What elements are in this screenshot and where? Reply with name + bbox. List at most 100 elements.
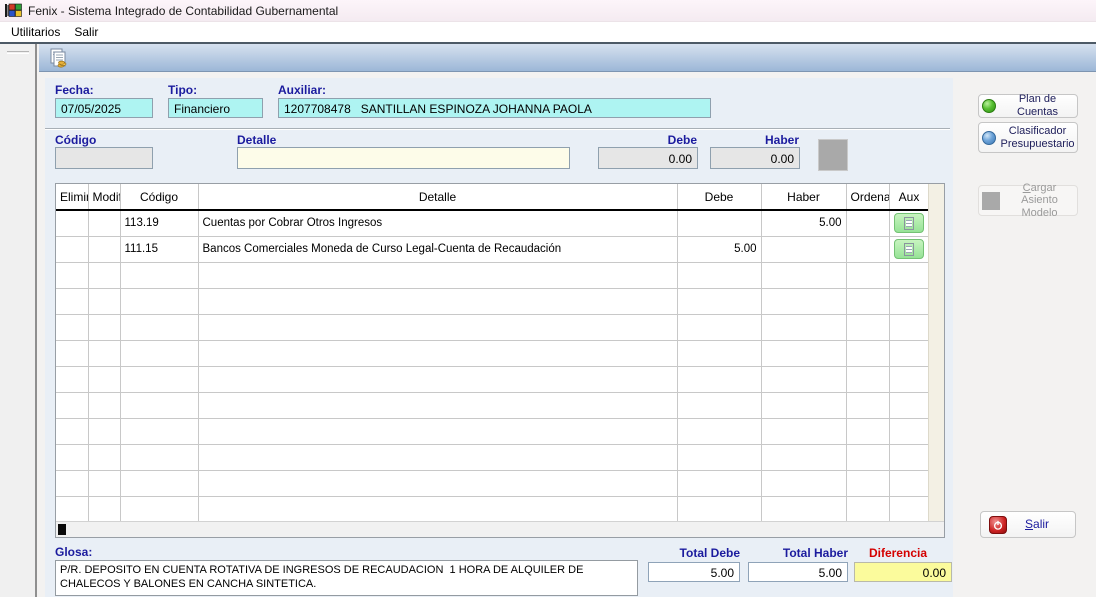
cell-detalle[interactable] xyxy=(198,444,678,471)
cell-codigo[interactable] xyxy=(120,340,199,367)
cell-ordenar[interactable] xyxy=(846,340,890,367)
table-row[interactable]: 111.15 Bancos Comerciales Moneda de Curs… xyxy=(56,236,930,263)
cell-debe[interactable] xyxy=(677,496,762,523)
cell-modif[interactable] xyxy=(88,444,121,471)
cell-aux[interactable] xyxy=(889,340,930,367)
cell-codigo[interactable] xyxy=(120,288,199,315)
cell-debe[interactable] xyxy=(677,366,762,393)
salir-button[interactable]: Salir xyxy=(980,511,1076,538)
cell-modif[interactable] xyxy=(88,314,121,341)
cell-debe[interactable] xyxy=(677,418,762,445)
clasificador-presupuestario-button[interactable]: Clasificador Presupuestario xyxy=(978,122,1078,153)
haber-input[interactable]: 0.00 xyxy=(710,147,800,169)
cell-codigo[interactable]: 113.19 xyxy=(120,210,199,237)
cell-modif[interactable] xyxy=(88,340,121,367)
table-row-empty[interactable] xyxy=(56,366,930,393)
cell-modif[interactable] xyxy=(88,470,121,497)
cell-elimin[interactable] xyxy=(56,262,89,289)
cell-haber[interactable] xyxy=(761,236,847,263)
cell-debe[interactable] xyxy=(677,288,762,315)
codigo-input[interactable] xyxy=(55,147,153,169)
total-debe-field[interactable]: 5.00 xyxy=(648,562,740,582)
cell-detalle[interactable] xyxy=(198,262,678,289)
cell-detalle[interactable] xyxy=(198,470,678,497)
cell-elimin[interactable] xyxy=(56,392,89,419)
detalle-input[interactable] xyxy=(237,147,570,169)
cell-modif[interactable] xyxy=(88,418,121,445)
cell-aux[interactable] xyxy=(889,262,930,289)
cell-detalle[interactable] xyxy=(198,288,678,315)
total-haber-field[interactable]: 5.00 xyxy=(748,562,848,582)
cell-elimin[interactable] xyxy=(56,496,89,523)
cell-detalle[interactable]: Cuentas por Cobrar Otros Ingresos xyxy=(198,210,678,237)
cell-ordenar[interactable] xyxy=(846,236,890,263)
cell-haber[interactable] xyxy=(761,314,847,341)
cell-ordenar[interactable] xyxy=(846,210,890,237)
cell-codigo[interactable] xyxy=(120,314,199,341)
cell-codigo[interactable] xyxy=(120,444,199,471)
cell-codigo[interactable] xyxy=(120,470,199,497)
cell-elimin[interactable] xyxy=(56,470,89,497)
cell-haber[interactable] xyxy=(761,262,847,289)
cell-aux[interactable] xyxy=(889,418,930,445)
aux-button[interactable] xyxy=(894,213,924,234)
cell-debe[interactable] xyxy=(677,314,762,341)
cell-aux[interactable] xyxy=(889,392,930,419)
vertical-scrollbar[interactable] xyxy=(928,184,944,521)
cell-codigo[interactable] xyxy=(120,418,199,445)
menu-utilitarios[interactable]: Utilitarios xyxy=(4,23,67,41)
cell-haber[interactable] xyxy=(761,470,847,497)
cell-haber[interactable] xyxy=(761,288,847,315)
cell-detalle[interactable] xyxy=(198,496,678,523)
cell-haber[interactable] xyxy=(761,340,847,367)
cell-ordenar[interactable] xyxy=(846,366,890,393)
menu-salir[interactable]: Salir xyxy=(67,23,105,41)
cell-elimin[interactable] xyxy=(56,288,89,315)
cell-detalle[interactable]: Bancos Comerciales Moneda de Curso Legal… xyxy=(198,236,678,263)
cell-aux[interactable] xyxy=(889,444,930,471)
cell-ordenar[interactable] xyxy=(846,314,890,341)
cell-detalle[interactable] xyxy=(198,340,678,367)
cell-ordenar[interactable] xyxy=(846,418,890,445)
glosa-textarea[interactable]: P/R. DEPOSITO EN CUENTA ROTATIVA DE INGR… xyxy=(55,560,638,596)
table-row-empty[interactable] xyxy=(56,340,930,367)
cell-ordenar[interactable] xyxy=(846,444,890,471)
cell-modif[interactable] xyxy=(88,236,121,263)
cell-detalle[interactable] xyxy=(198,418,678,445)
cell-elimin[interactable] xyxy=(56,418,89,445)
horizontal-scrollbar[interactable] xyxy=(56,521,944,537)
cell-detalle[interactable] xyxy=(198,314,678,341)
cell-modif[interactable] xyxy=(88,262,121,289)
cell-modif[interactable] xyxy=(88,210,121,237)
cell-debe[interactable] xyxy=(677,262,762,289)
cell-ordenar[interactable] xyxy=(846,470,890,497)
cell-codigo[interactable] xyxy=(120,366,199,393)
aux-button[interactable] xyxy=(894,239,924,259)
auxiliar-field[interactable]: 1207708478 SANTILLAN ESPINOZA JOHANNA PA… xyxy=(278,98,711,118)
new-entry-button[interactable] xyxy=(46,46,70,70)
cell-detalle[interactable] xyxy=(198,392,678,419)
cell-haber[interactable] xyxy=(761,392,847,419)
cell-debe[interactable]: 5.00 xyxy=(677,236,762,263)
table-row-empty[interactable] xyxy=(56,496,930,523)
add-entry-button[interactable] xyxy=(818,139,848,171)
tipo-field[interactable]: Financiero xyxy=(168,98,263,118)
cell-haber[interactable] xyxy=(761,444,847,471)
cell-elimin[interactable] xyxy=(56,340,89,367)
cell-haber[interactable] xyxy=(761,366,847,393)
table-row-empty[interactable] xyxy=(56,418,930,445)
cell-debe[interactable] xyxy=(677,340,762,367)
table-row-empty[interactable] xyxy=(56,444,930,471)
cell-haber[interactable] xyxy=(761,418,847,445)
cell-ordenar[interactable] xyxy=(846,288,890,315)
cell-haber[interactable]: 5.00 xyxy=(761,210,847,237)
cell-elimin[interactable] xyxy=(56,366,89,393)
table-row-empty[interactable] xyxy=(56,288,930,315)
debe-input[interactable]: 0.00 xyxy=(598,147,698,169)
cell-ordenar[interactable] xyxy=(846,262,890,289)
left-collapsed-panel[interactable] xyxy=(0,44,37,597)
cell-aux[interactable] xyxy=(889,288,930,315)
horizontal-scrollbar-thumb[interactable] xyxy=(58,524,66,535)
plan-de-cuentas-button[interactable]: Plan de Cuentas xyxy=(978,93,1078,118)
cell-ordenar[interactable] xyxy=(846,392,890,419)
